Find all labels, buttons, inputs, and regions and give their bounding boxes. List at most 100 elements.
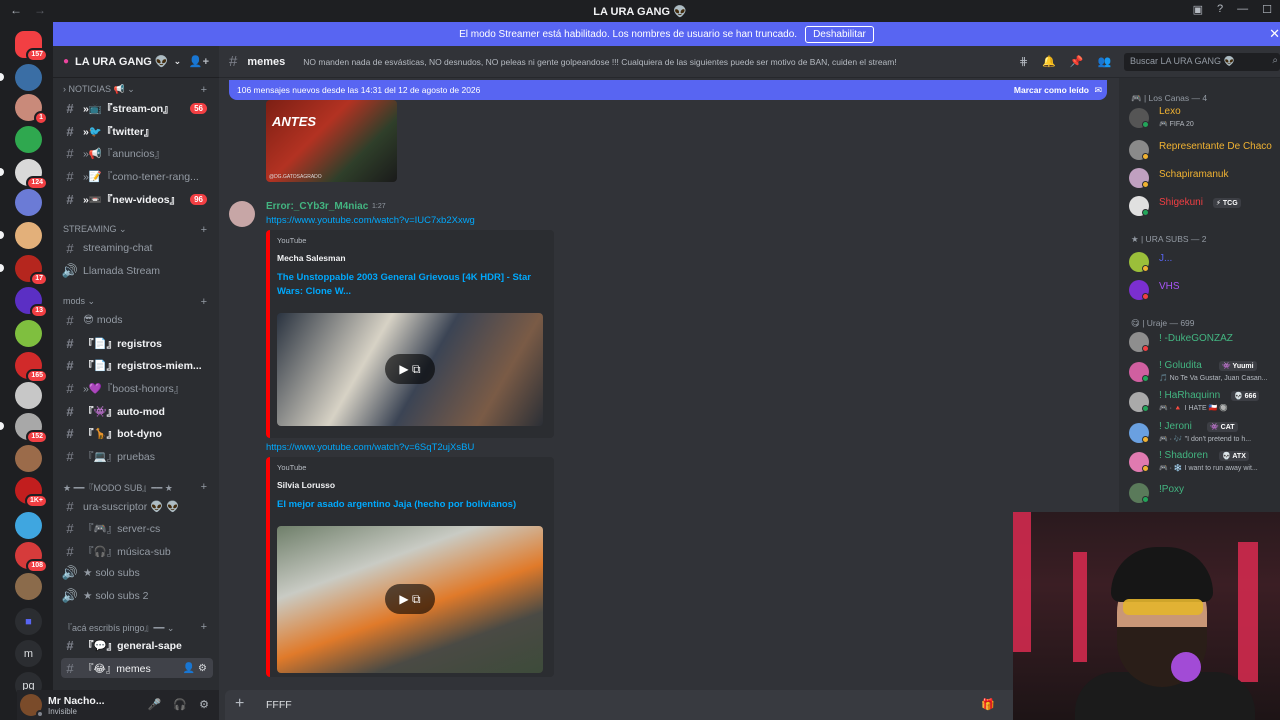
channel-server-cs[interactable]: # 『🎮』server-cs bbox=[61, 518, 213, 538]
server-icon[interactable]: 152 bbox=[0, 413, 48, 444]
mark-as-read-button[interactable]: Marcar como leído bbox=[1014, 85, 1089, 95]
add-channel-icon[interactable]: + bbox=[201, 84, 207, 95]
channel-anuncios[interactable]: # »📢『anuncios』 bbox=[61, 143, 213, 163]
gift-icon[interactable]: 🎁 bbox=[981, 698, 995, 711]
server-icon[interactable]: 17 bbox=[0, 255, 48, 286]
folder-icon[interactable]: ■ bbox=[15, 608, 42, 635]
member-item[interactable]: ! Shadoren 💀 ATX 🎮 · ❄️ I want to run away… bbox=[1129, 450, 1280, 474]
member-item[interactable]: ! Goludita 👾 Yuumi 🎵 No Te Va Gustar, Juan… bbox=[1129, 360, 1280, 384]
server-icon[interactable] bbox=[15, 445, 42, 472]
member-item[interactable]: ! HaRhaquinn 💀 666 🎮 · 🔺 I HATE 🇨🇱 🔘 bbox=[1129, 390, 1280, 414]
category-aca-escribis[interactable]: 『acá escribís pingo』━━ ⌄ + bbox=[63, 621, 209, 634]
channel-como-tener-rango[interactable]: # »📝『como-tener-rang... bbox=[61, 166, 213, 186]
channel-ura-suscriptor[interactable]: # ura-suscriptor 👽 👽 bbox=[61, 496, 213, 516]
play-icon[interactable]: ▶ ⧉ bbox=[385, 584, 435, 614]
message-input[interactable]: FFFF bbox=[266, 699, 292, 711]
channel-solo-subs[interactable]: 🔊 ★ solo subs bbox=[61, 563, 213, 583]
video-thumbnail[interactable]: ▶ ⧉ bbox=[277, 313, 543, 426]
channel-llamada-stream[interactable]: 🔊 Llamada Stream bbox=[61, 261, 213, 281]
member-item[interactable]: Schapiramanuk bbox=[1129, 166, 1280, 190]
server-icon[interactable] bbox=[15, 573, 42, 600]
minimize-icon[interactable]: — bbox=[1237, 3, 1248, 16]
server-icon[interactable]: 157 bbox=[15, 31, 48, 62]
pin-icon[interactable]: 📌 bbox=[1070, 55, 1084, 68]
server-icon[interactable] bbox=[15, 382, 42, 409]
channel-boost-honors[interactable]: # »💜『boost-honors』 bbox=[61, 378, 213, 398]
play-icon[interactable]: ▶ ⧉ bbox=[385, 354, 435, 384]
gear-icon[interactable]: ⚙ bbox=[198, 663, 207, 674]
server-icon[interactable] bbox=[15, 189, 42, 216]
image-attachment[interactable]: ANTES @DG.GATOSAGRADO bbox=[266, 100, 397, 182]
server-icon[interactable] bbox=[0, 222, 42, 249]
server-icon[interactable] bbox=[0, 64, 42, 91]
member-item[interactable]: !Poxy bbox=[1129, 481, 1280, 505]
add-channel-icon[interactable]: + bbox=[201, 224, 207, 235]
new-messages-bar[interactable]: 106 mensajes nuevos desde las 14:31 del … bbox=[229, 80, 1107, 100]
channel-general-sape[interactable]: # 『💬』general-sape bbox=[61, 635, 213, 655]
channel-streaming-chat[interactable]: # streaming-chat bbox=[61, 238, 213, 258]
channel-pruebas[interactable]: # 『💻』pruebas bbox=[61, 446, 213, 466]
category-modo-sub[interactable]: ★ ━━『MODO SUB』━━ ★ + bbox=[63, 481, 209, 494]
avatar[interactable] bbox=[20, 694, 44, 718]
search-input[interactable]: Buscar LA URA GANG 👽 ⌕ bbox=[1124, 53, 1280, 71]
microphone-icon[interactable]: 🎤 bbox=[148, 698, 162, 711]
message-link[interactable]: https://www.youtube.com/watch?v=6SqT2ujX… bbox=[266, 442, 474, 453]
invite-icon[interactable]: 👤 bbox=[183, 663, 195, 674]
bell-icon[interactable]: 🔔 bbox=[1042, 55, 1056, 68]
server-icon[interactable]: 1K+ bbox=[15, 477, 48, 508]
inbox-icon[interactable]: ▣ bbox=[1193, 3, 1203, 16]
channel-registros[interactable]: # 『📄』registros bbox=[61, 333, 213, 353]
add-channel-icon[interactable]: + bbox=[201, 481, 207, 493]
embed-channel[interactable]: Mecha Salesman bbox=[277, 253, 346, 263]
add-channel-icon[interactable]: + bbox=[201, 621, 207, 633]
gear-icon[interactable]: ⚙ bbox=[199, 698, 209, 711]
server-icon[interactable]: 165 bbox=[15, 352, 48, 383]
channel-solo-subs-2[interactable]: 🔊 ★ solo subs 2 bbox=[61, 586, 213, 606]
server-m[interactable]: m bbox=[15, 640, 42, 667]
video-thumbnail[interactable]: ▶ ⧉ bbox=[277, 526, 543, 673]
member-item[interactable]: VHS bbox=[1129, 278, 1280, 302]
member-item[interactable]: ! -DukeGONZAZ bbox=[1129, 330, 1280, 354]
embed-title[interactable]: The Unstoppable 2003 General Grievous [4… bbox=[277, 271, 537, 299]
threads-icon[interactable]: ⋕ bbox=[1019, 55, 1028, 68]
channel-registros-miembros[interactable]: # 『📄』registros-miem... bbox=[61, 355, 213, 375]
members-icon[interactable]: 👥 bbox=[1098, 55, 1112, 68]
category-mods[interactable]: mods ⌄ + bbox=[63, 296, 209, 307]
help-icon[interactable]: ? bbox=[1217, 3, 1223, 16]
add-attachment-icon[interactable]: + bbox=[235, 695, 244, 713]
channel-topic[interactable]: NO manden nada de esvásticas, NO desnudo… bbox=[303, 57, 943, 67]
category-streaming[interactable]: STREAMING ⌄ + bbox=[63, 224, 209, 235]
member-item[interactable]: Shigekuni ⚡ TCG bbox=[1129, 194, 1280, 218]
channel-auto-mod[interactable]: # 『👾』auto-mod bbox=[61, 401, 213, 421]
guild-header[interactable]: ● LA URA GANG 👽 ⌄ 👤+ bbox=[53, 46, 219, 78]
message-author[interactable]: Error:_CYb3r_M4niac bbox=[266, 201, 368, 212]
server-icon[interactable]: 13 bbox=[15, 287, 48, 318]
channel-mods[interactable]: # 😎 mods bbox=[61, 310, 213, 330]
category-noticias[interactable]: › NOTICIAS 📢 ⌄ + bbox=[63, 84, 209, 95]
channel-new-videos[interactable]: # »📼『new-videos』 96 bbox=[61, 189, 213, 209]
channel-memes[interactable]: # 『😂』memes 👤 ⚙ bbox=[61, 658, 213, 678]
server-icon[interactable]: 108 bbox=[15, 542, 48, 573]
member-item[interactable]: J... bbox=[1129, 250, 1280, 274]
member-item[interactable]: ! Jeroni 👾 CAT 🎮 · 🎶 "I don't pretend to h… bbox=[1129, 421, 1280, 445]
message-link[interactable]: https://www.youtube.com/watch?v=IUC7xb2X… bbox=[266, 215, 475, 226]
server-icon[interactable] bbox=[15, 320, 42, 347]
maximize-icon[interactable]: ☐ bbox=[1262, 3, 1272, 16]
close-icon[interactable]: ✕ bbox=[1269, 26, 1280, 42]
channel-stream-on[interactable]: # »📺『stream-on』 56 bbox=[61, 98, 213, 118]
server-icon[interactable] bbox=[15, 512, 42, 539]
embed-channel[interactable]: Silvia Lorusso bbox=[277, 480, 335, 490]
add-channel-icon[interactable]: + bbox=[201, 296, 207, 307]
disable-streamer-button[interactable]: Deshabilitar bbox=[805, 25, 874, 43]
embed-title[interactable]: El mejor asado argentino Jaja (hecho por… bbox=[277, 498, 537, 512]
headphones-icon[interactable]: 🎧 bbox=[173, 698, 187, 711]
server-icon[interactable]: 1 bbox=[15, 94, 48, 125]
member-item[interactable]: Lexo 🎮 FIFA 20 bbox=[1129, 106, 1280, 130]
member-item[interactable]: Representante De Chaco bbox=[1129, 138, 1280, 162]
channel-musica-sub[interactable]: # 『🎧』música-sub bbox=[61, 541, 213, 561]
add-member-icon[interactable]: 👤+ bbox=[189, 55, 209, 68]
channel-twitter[interactable]: # »🐦『twitter』 bbox=[61, 121, 213, 141]
avatar[interactable] bbox=[229, 201, 255, 227]
server-icon[interactable]: 124 bbox=[0, 159, 48, 190]
server-icon[interactable] bbox=[15, 126, 42, 153]
